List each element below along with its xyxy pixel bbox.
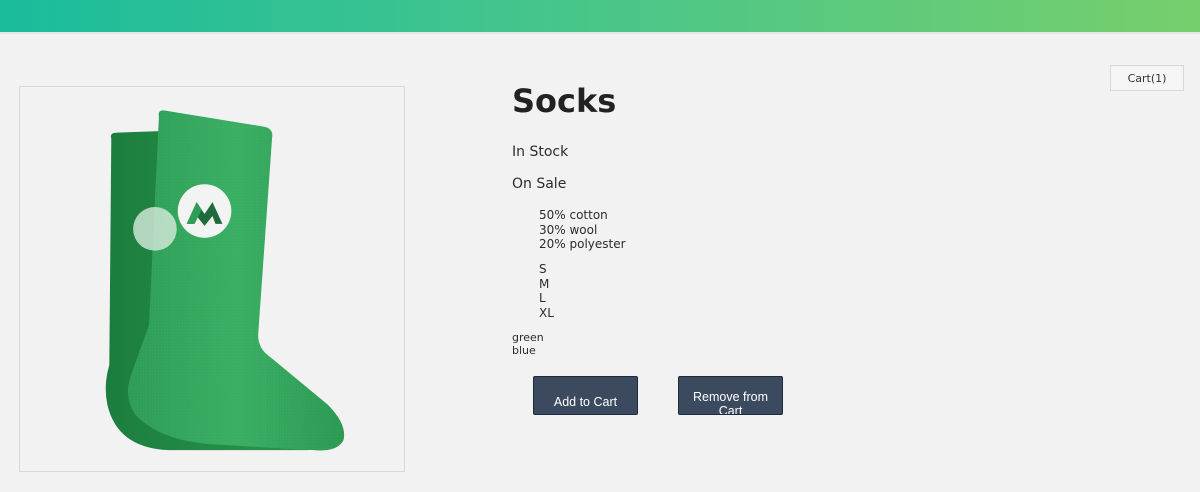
detail-item: 20% polyester bbox=[539, 237, 626, 251]
size-item: XL bbox=[539, 305, 554, 320]
sale-status: On Sale bbox=[512, 176, 567, 192]
product-image bbox=[19, 86, 405, 472]
remove-from-cart-button[interactable]: Remove from Cart bbox=[678, 376, 783, 415]
size-item: L bbox=[539, 291, 546, 305]
product-title: Socks bbox=[512, 82, 617, 120]
color-option-green[interactable]: green bbox=[512, 331, 544, 344]
detail-item: 50% cotton bbox=[539, 208, 608, 222]
detail-item: 30% wool bbox=[539, 222, 598, 237]
size-item: M bbox=[539, 276, 550, 291]
stock-status: In Stock bbox=[512, 144, 569, 160]
material-details-list: 50% cotton 30% wool 20% polyester bbox=[539, 208, 626, 252]
add-to-cart-button[interactable]: Add to Cart bbox=[533, 376, 638, 415]
size-item: S bbox=[539, 262, 547, 276]
sizes-list: S M L XL bbox=[539, 262, 554, 320]
cart-indicator[interactable]: Cart(1) bbox=[1110, 65, 1184, 91]
color-options: green blue bbox=[512, 331, 544, 357]
color-option-blue[interactable]: blue bbox=[512, 344, 544, 357]
top-nav-bar bbox=[0, 0, 1200, 34]
green-socks-icon bbox=[105, 110, 345, 451]
